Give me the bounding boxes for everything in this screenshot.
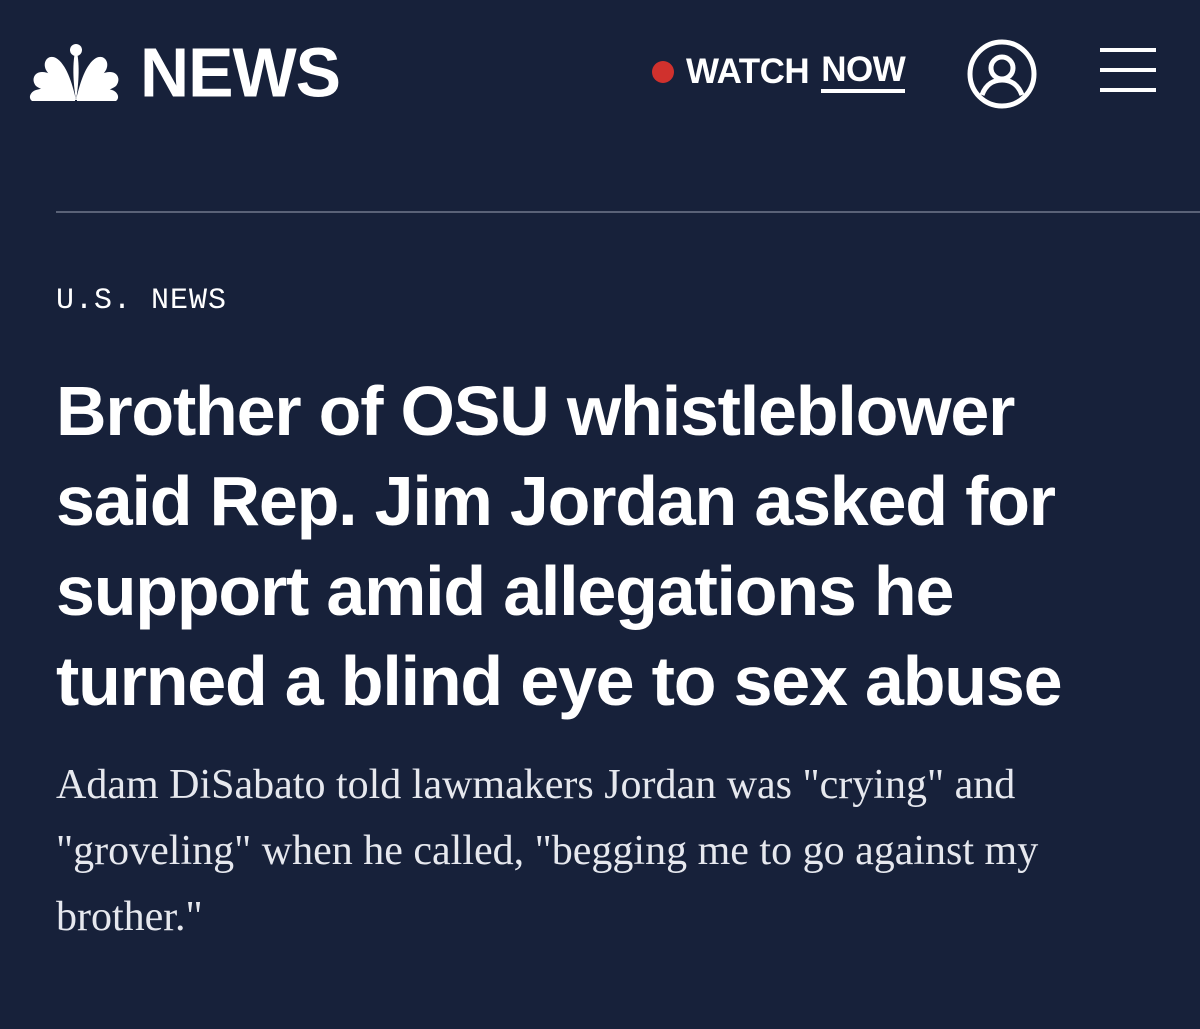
logo-wordmark: NEWS [140, 34, 341, 112]
watch-label: WATCH [686, 52, 810, 91]
account-button[interactable] [966, 38, 1038, 110]
nbc-news-logo[interactable]: NEWS [28, 34, 341, 112]
nbc-peacock-icon [29, 44, 119, 104]
menu-bar [1100, 48, 1156, 52]
section-label[interactable]: U.S. NEWS [56, 284, 227, 318]
menu-bar [1100, 88, 1156, 92]
header-divider [56, 211, 1200, 213]
article-dek: Adam DiSabato told lawmakers Jordan was … [56, 762, 1039, 940]
watch-now-link[interactable]: WATCH NOW [652, 50, 906, 94]
menu-bar [1100, 68, 1156, 72]
menu-button[interactable] [1100, 46, 1158, 98]
live-dot-icon [652, 61, 674, 83]
watch-now-label: NOW [821, 51, 906, 93]
site-header: NEWS WATCH NOW [0, 0, 1200, 150]
article-headline[interactable]: Brother of OSU whistleblower said Rep. J… [56, 366, 1156, 726]
user-account-icon [967, 39, 1037, 109]
